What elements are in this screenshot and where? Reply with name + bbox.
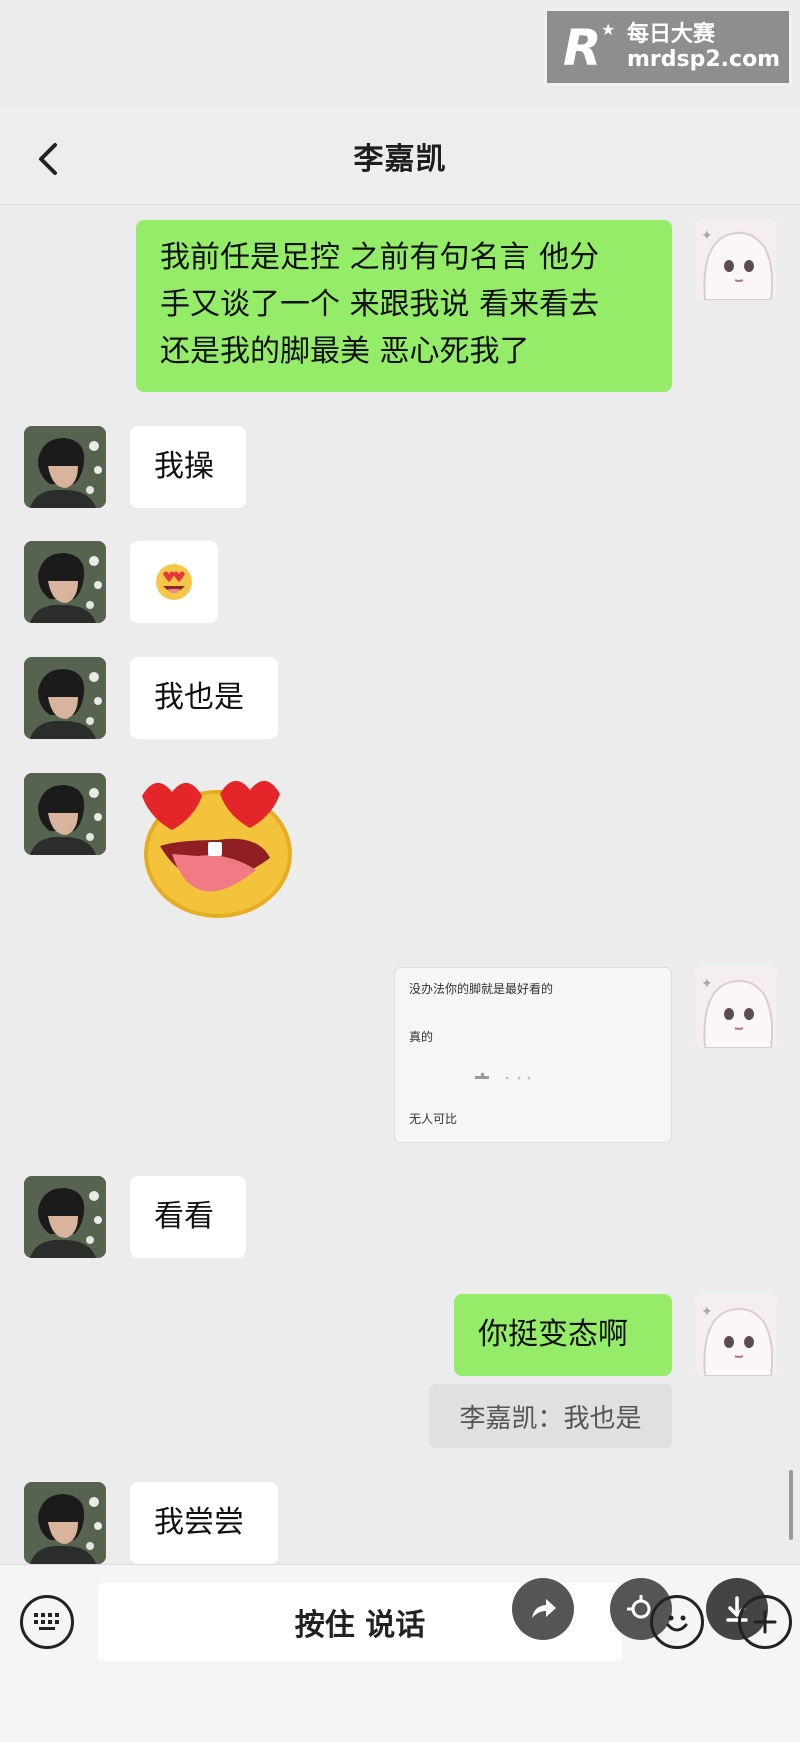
plus-icon	[753, 1610, 777, 1634]
contact-avatar[interactable]	[24, 426, 106, 508]
my-avatar[interactable]: ✦	[695, 966, 777, 1048]
my-avatar[interactable]: ✦	[695, 218, 777, 300]
message-bubble-left[interactable]: 我尝尝	[130, 1482, 278, 1564]
chevron-left-icon	[39, 143, 57, 175]
message-bubble-right[interactable]: 你挺变态啊	[454, 1294, 672, 1376]
brand-logo-icon: R ★	[561, 19, 617, 75]
image-dots	[475, 1073, 531, 1080]
message-text: 你挺变态啊	[478, 1317, 628, 1352]
message-bubble-left[interactable]: 看看	[130, 1176, 246, 1258]
chat-header: 李嘉凯	[0, 108, 800, 205]
message-text: 我也是	[154, 680, 244, 715]
message-bubble-left[interactable]: 我操	[130, 426, 246, 508]
image-message[interactable]: 没办法你的脚就是最好看的 真的 无人可比	[394, 967, 672, 1143]
contact-avatar[interactable]	[24, 773, 106, 855]
image-text-line: 无人可比	[409, 1112, 458, 1126]
svg-text:✦: ✦	[701, 1304, 713, 1320]
input-bar: 按住 说话	[0, 1564, 800, 1742]
heart-eyes-tongue-sticker[interactable]	[138, 770, 298, 920]
watermark: R ★ 每日大赛 mrdsp2.com	[544, 8, 792, 86]
chat-title: 李嘉凯	[353, 142, 447, 177]
my-avatar[interactable]: ✦	[695, 1294, 777, 1376]
message-bubble-left[interactable]: 我也是	[130, 657, 278, 739]
contact-avatar[interactable]	[24, 657, 106, 739]
contact-avatar[interactable]	[24, 1482, 106, 1564]
message-bubble-left[interactable]	[130, 541, 218, 623]
quoted-reply[interactable]: 李嘉凯：我也是	[429, 1384, 672, 1448]
emoji-button[interactable]	[650, 1595, 704, 1649]
more-button[interactable]	[738, 1595, 792, 1649]
forward-button[interactable]	[512, 1578, 574, 1640]
contact-avatar[interactable]	[24, 541, 106, 623]
smile-icon	[666, 1615, 688, 1632]
watermark-url: mrdsp2.com	[627, 47, 781, 72]
message-text: 还是我的脚最美 恶心死我了	[160, 334, 530, 369]
image-text-line: 没办法你的脚就是最好看的	[409, 982, 554, 996]
svg-text:R: R	[563, 19, 602, 75]
share-arrow-icon	[532, 1599, 556, 1618]
keyboard-icon	[34, 1613, 59, 1630]
message-text: 看看	[154, 1199, 214, 1234]
message-text: 手又谈了一个 来跟我说 看来看去	[160, 287, 600, 322]
message-text: 我操	[154, 449, 214, 484]
keyboard-toggle-button[interactable]	[20, 1595, 74, 1649]
image-text-line: 真的	[409, 1030, 434, 1044]
message-bubble-right[interactable]: 我前任是足控 之前有句名言 他分 手又谈了一个 来跟我说 看来看去 还是我的脚最…	[136, 220, 672, 392]
contact-avatar[interactable]	[24, 1176, 106, 1258]
svg-text:✦: ✦	[701, 976, 713, 992]
message-text: 我尝尝	[154, 1505, 244, 1540]
svg-text:★: ★	[601, 20, 615, 39]
svg-text:✦: ✦	[701, 228, 713, 244]
scrollbar[interactable]	[789, 1470, 793, 1540]
heart-eyes-tongue-emoji-icon	[156, 564, 192, 600]
watermark-title: 每日大赛	[627, 21, 716, 47]
back-button[interactable]	[26, 136, 72, 182]
message-text: 我前任是足控 之前有句名言 他分	[160, 240, 600, 275]
